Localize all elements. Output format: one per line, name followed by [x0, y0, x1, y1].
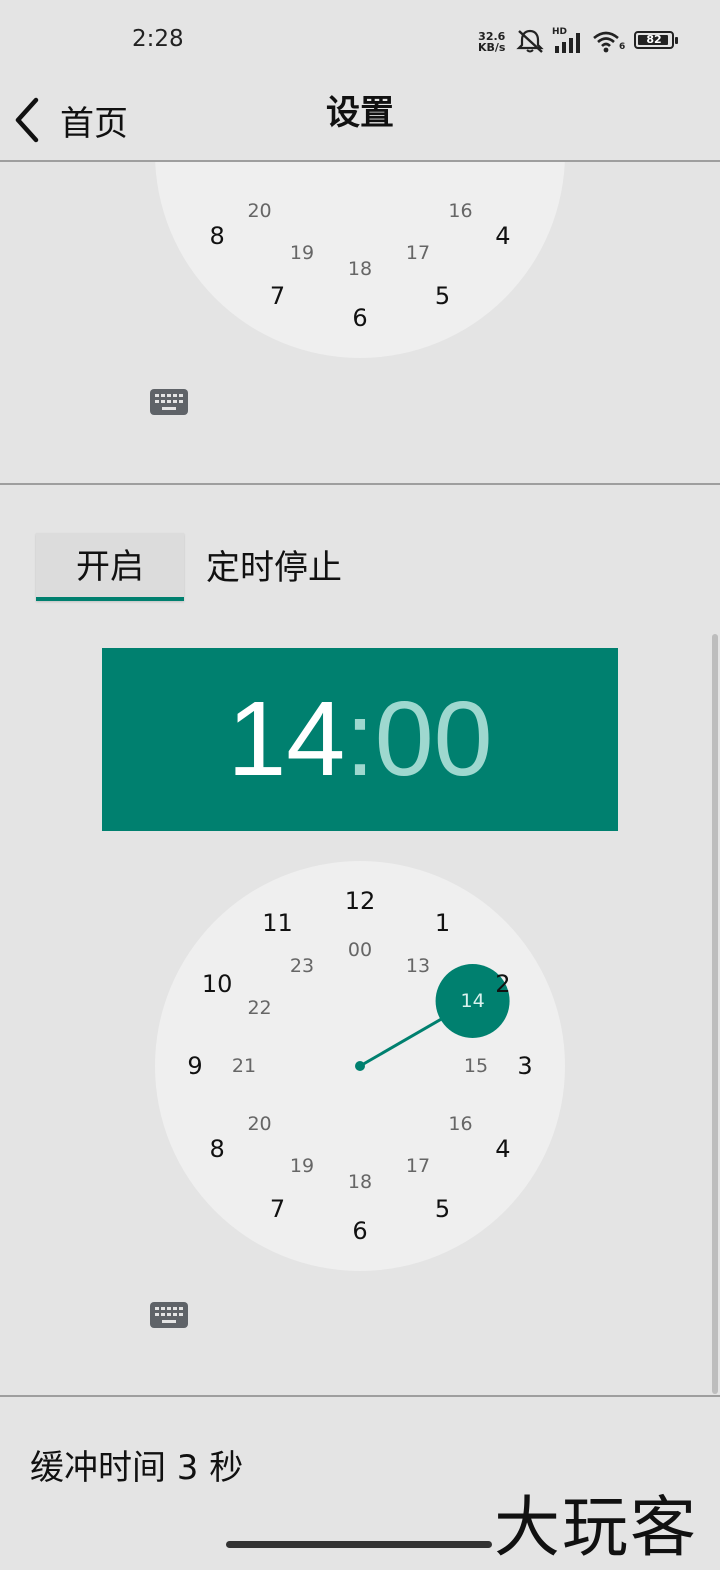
app-bar: 设置 首页: [0, 80, 720, 162]
clock-hour-17[interactable]: 17: [406, 242, 430, 264]
clock-hour-15[interactable]: 15: [464, 1055, 488, 1077]
clock-hour-19[interactable]: 19: [290, 242, 314, 264]
settings-content[interactable]: 121234567891011001314151617181920212223 …: [0, 162, 720, 1560]
clock-hour-10[interactable]: 10: [202, 970, 233, 998]
clock-hour-20[interactable]: 20: [247, 200, 271, 222]
clock-hour-20[interactable]: 20: [247, 1113, 271, 1135]
clock-hour-4[interactable]: 4: [495, 1135, 510, 1163]
clock-hour-23[interactable]: 23: [290, 955, 314, 977]
clock-hour-9[interactable]: 9: [187, 1052, 202, 1080]
clock-hour-15[interactable]: 15: [464, 162, 488, 164]
clock-hour-18[interactable]: 18: [348, 258, 372, 280]
back-button[interactable]: 首页: [12, 80, 128, 160]
minute-display[interactable]: 00: [375, 680, 493, 798]
clock-hour-16[interactable]: 16: [448, 1113, 472, 1135]
wifi-badge: 6: [619, 42, 626, 52]
clock-hour-5[interactable]: 5: [435, 282, 450, 310]
clock-hour-9[interactable]: 9: [187, 162, 202, 167]
clock-hour-21[interactable]: 21: [232, 1055, 256, 1077]
clock-hour-6[interactable]: 6: [352, 304, 367, 332]
clock-hour-19[interactable]: 19: [290, 1155, 314, 1177]
clock-selected-hour[interactable]: 14: [460, 990, 484, 1012]
clock-face-previous[interactable]: 121234567891011001314151617181920212223: [155, 162, 565, 358]
battery-icon: 82: [634, 31, 678, 49]
scrollbar[interactable]: [712, 634, 718, 1394]
section-divider: [0, 483, 720, 485]
clock-hour-8[interactable]: 8: [209, 1135, 224, 1163]
clock-hour-8[interactable]: 8: [209, 222, 224, 250]
time-separator: :: [345, 680, 375, 798]
status-time: 2:28: [132, 26, 184, 52]
network-speed-unit: KB/s: [478, 41, 506, 54]
status-bar: 2:28 32.6 KB/s HD 6 82: [0, 0, 720, 80]
clock-hand: [355, 964, 510, 1071]
keyboard-icon[interactable]: [150, 389, 188, 415]
schedule-title: 定时停止: [206, 548, 342, 588]
clock-hour-5[interactable]: 5: [435, 1195, 450, 1223]
hour-display[interactable]: 14: [227, 680, 345, 798]
buffer-time-setting[interactable]: 缓冲时间 3 秒: [30, 1440, 243, 1489]
clock-face[interactable]: 12 1 2 3 4 5 6 7 8 9 10 11 00 13 14 15 16 17 18 19 20 21 22 23: [155, 861, 565, 1271]
network-speed: 32.6 KB/s: [478, 31, 505, 53]
clock-hour-16[interactable]: 16: [448, 200, 472, 222]
clock-hour-7[interactable]: 7: [270, 282, 285, 310]
clock-hour-12[interactable]: 12: [345, 887, 376, 915]
clock-hour-1[interactable]: 1: [435, 909, 450, 937]
section-divider: [0, 1395, 720, 1397]
battery-level: 82: [646, 33, 662, 46]
clock-hour-6[interactable]: 6: [352, 1217, 367, 1245]
clock-hour-13[interactable]: 13: [406, 955, 430, 977]
bell-muted-icon: [516, 29, 544, 53]
wifi-icon: [593, 31, 619, 53]
clock-hour-7[interactable]: 7: [270, 1195, 285, 1223]
clock-hour-3[interactable]: 3: [517, 162, 532, 167]
chevron-left-icon: [15, 97, 39, 143]
battery-nub: [675, 37, 678, 44]
home-indicator[interactable]: [226, 1541, 492, 1548]
clock-center-dot: [355, 1061, 365, 1071]
clock-hour-18[interactable]: 18: [348, 1171, 372, 1193]
clock-hour-3[interactable]: 3: [517, 1052, 532, 1080]
schedule-toggle-button[interactable]: 开启: [36, 533, 184, 601]
time-display: 14:00: [102, 648, 618, 831]
clock-hour-00[interactable]: 00: [348, 939, 372, 961]
clock-hour-2[interactable]: 2: [495, 970, 510, 998]
signal-icon: [555, 33, 580, 53]
clock-hour-22[interactable]: 22: [247, 997, 271, 1019]
watermark: 大玩客: [494, 1489, 698, 1566]
keyboard-icon[interactable]: [150, 1302, 188, 1328]
clock-hour-21[interactable]: 21: [232, 162, 256, 164]
clock-hour-17[interactable]: 17: [406, 1155, 430, 1177]
back-label: 首页: [60, 103, 128, 144]
clock-hour-11[interactable]: 11: [262, 909, 293, 937]
clock-hour-4[interactable]: 4: [495, 222, 510, 250]
